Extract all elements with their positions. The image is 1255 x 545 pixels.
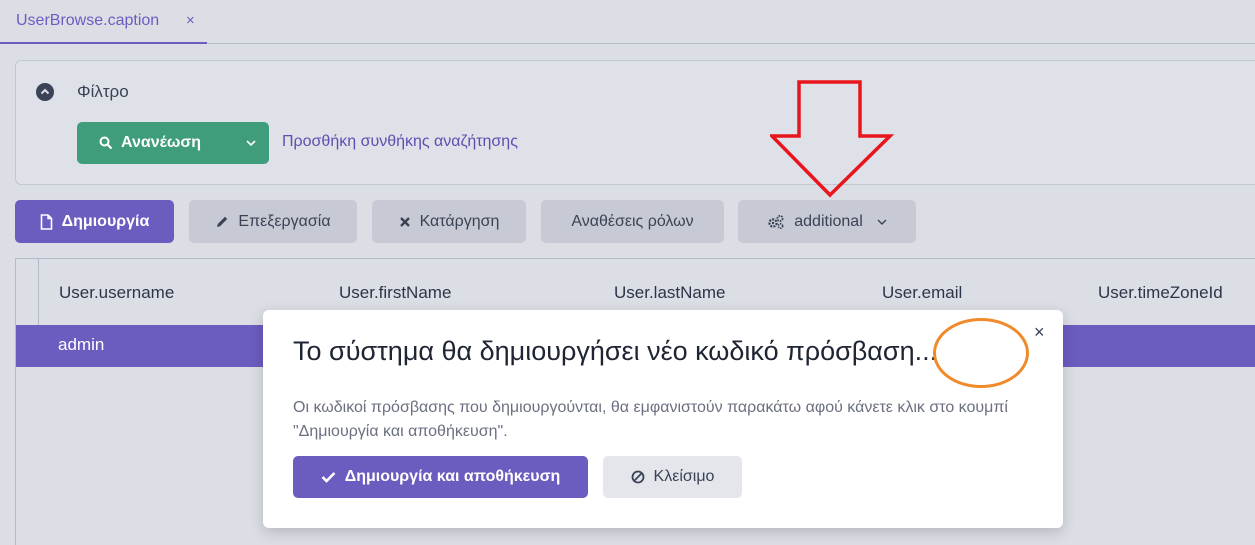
times-icon (399, 216, 410, 227)
remove-button[interactable]: Κατάργηση (372, 200, 526, 243)
red-arrow-annotation (770, 80, 894, 198)
column-header-username[interactable]: User.username (59, 283, 174, 303)
filter-panel: Φίλτρο Ανανέωση Προσθήκη συνθήκης αναζήτ… (15, 60, 1255, 185)
column-header-timezone[interactable]: User.timeZoneId (1098, 283, 1223, 303)
dialog-title: Το σύστημα θα δημιουργήσει νέο κωδικό πρ… (293, 336, 938, 366)
check-icon (321, 472, 336, 483)
edit-button[interactable]: Επεξεργασία (189, 200, 357, 243)
dialog-close-button[interactable]: Κλείσιμο (603, 456, 742, 498)
orange-circle-annotation (933, 318, 1029, 388)
edit-label: Επεξεργασία (238, 212, 331, 230)
additional-label: additional (794, 212, 863, 230)
tab-label: UserBrowse.caption (16, 12, 160, 29)
pencil-icon (217, 216, 228, 227)
column-header-email[interactable]: User.email (882, 283, 962, 303)
tab-bar: UserBrowse.caption × (0, 0, 1255, 44)
cell-username: admin (58, 335, 105, 354)
remove-label: Κατάργηση (419, 212, 500, 230)
document-icon (40, 213, 52, 230)
refresh-label: Ανανέωση (121, 134, 202, 151)
filter-title: Φίλτρο (77, 82, 129, 101)
tab-user-browse[interactable]: UserBrowse.caption × (0, 0, 207, 44)
gears-icon (768, 214, 784, 229)
column-header-lastname[interactable]: User.lastName (614, 283, 725, 303)
create-label: Δημιουργία (61, 212, 150, 230)
add-search-condition-link[interactable]: Προσθήκη συνθήκης αναζήτησης (282, 133, 518, 151)
ban-icon (631, 470, 644, 484)
additional-dropdown-button[interactable]: additional (738, 200, 916, 243)
dialog-close-label: Κλείσιμο (653, 468, 715, 485)
dialog-message: Οι κωδικοί πρόσβασης που δημιουργούνται,… (293, 399, 1008, 440)
selection-column-divider (38, 259, 39, 325)
role-assignments-label: Αναθέσεις ρόλων (571, 212, 694, 230)
column-header-firstname[interactable]: User.firstName (339, 283, 451, 303)
role-assignments-button[interactable]: Αναθέσεις ρόλων (541, 200, 724, 243)
create-button[interactable]: Δημιουργία (15, 200, 174, 243)
tab-close-icon[interactable]: × (186, 12, 195, 29)
collapse-icon[interactable] (36, 83, 54, 101)
chevron-down-icon[interactable] (232, 122, 269, 164)
generate-and-save-button[interactable]: Δημιουργία και αποθήκευση (293, 456, 588, 498)
generate-and-save-label: Δημιουργία και αποθήκευση (344, 468, 561, 485)
chevron-down-icon (877, 219, 887, 225)
search-icon (99, 136, 113, 150)
refresh-button[interactable]: Ανανέωση (77, 122, 269, 164)
close-icon[interactable]: × (1034, 322, 1045, 343)
